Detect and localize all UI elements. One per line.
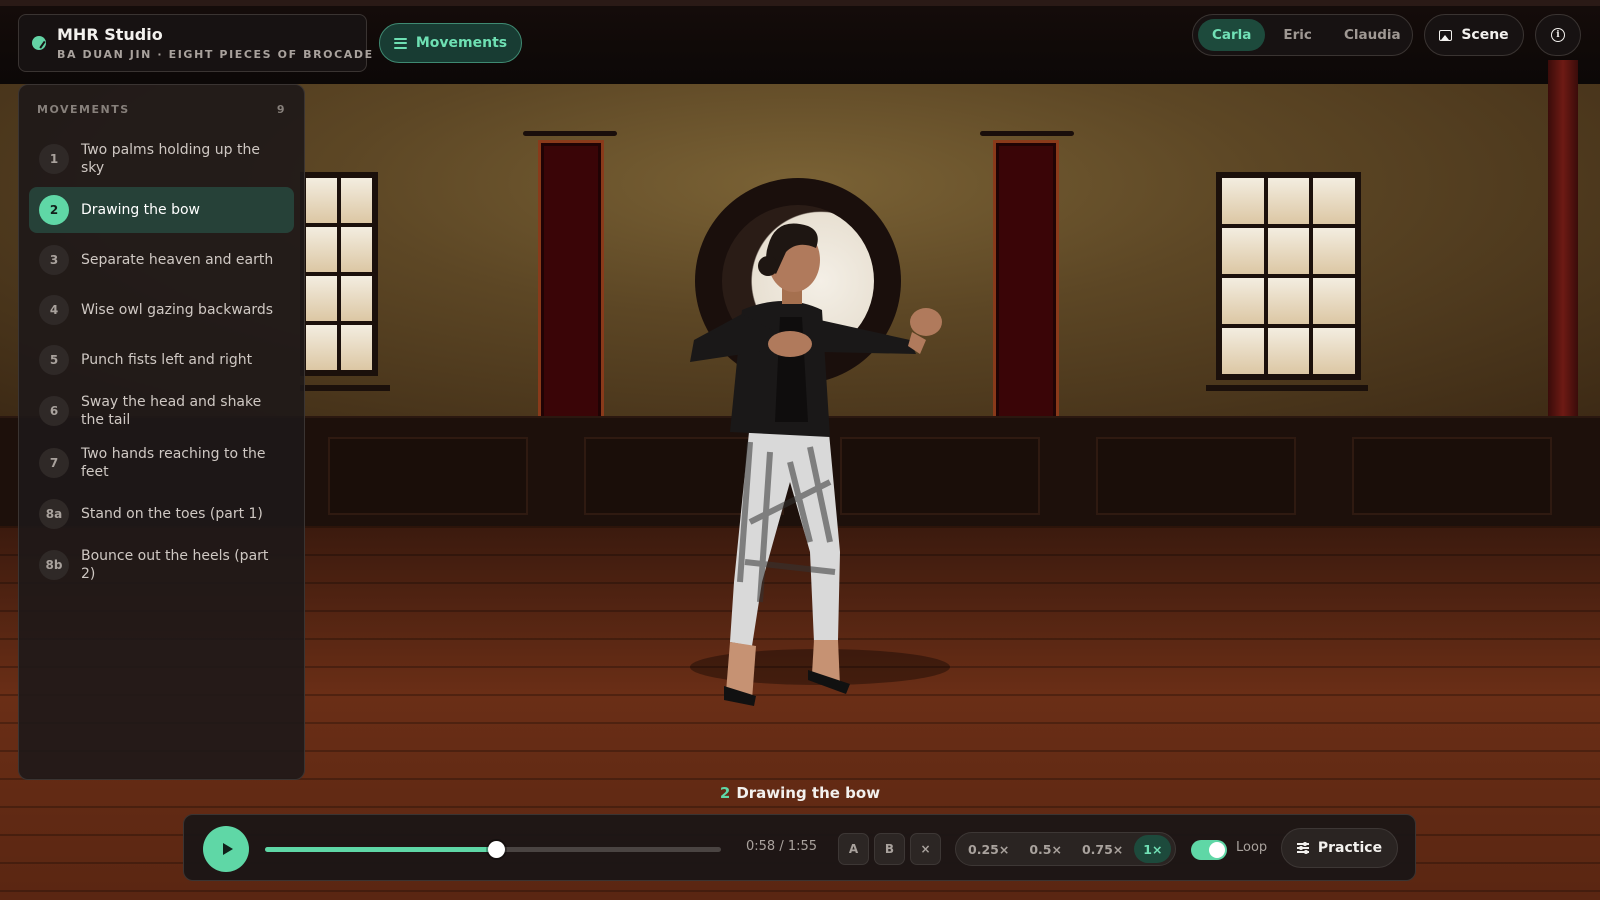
scene-button-label: Scene [1461,27,1509,43]
movement-number: 4 [39,295,69,325]
info-button[interactable]: i [1535,14,1581,56]
movement-item-7[interactable]: 7 Two hands reaching to the feet [29,439,294,487]
movements-heading: MOVEMENTS [37,103,130,116]
loop-toggle-knob [1209,842,1225,858]
progress-fill [265,847,496,852]
movements-panel-header: MOVEMENTS 9 [37,103,286,116]
wall-panel [1096,437,1296,515]
caption-label: Drawing the bow [736,784,881,802]
movements-list: 1 Two palms holding up the sky 2 Drawing… [29,135,294,593]
app-title: MHR Studio [57,25,163,44]
movements-button[interactable]: Movements [379,23,522,63]
movement-item-5[interactable]: 5 Punch fists left and right [29,337,294,383]
movement-number: 6 [39,396,69,426]
movement-number: 7 [39,448,69,478]
speed-option-0-75[interactable]: 0.75× [1073,835,1132,863]
movement-label: Punch fists left and right [81,352,253,368]
movement-item-1[interactable]: 1 Two palms holding up the sky [29,135,294,183]
brand-logo-icon [32,36,46,50]
movement-label: Wise owl gazing backwards [81,302,274,318]
movement-item-2[interactable]: 2 Drawing the bow [29,187,294,233]
movement-number: 2 [39,195,69,225]
movement-label: Two palms holding up the sky [81,142,260,176]
wall-panel [328,437,528,515]
window-right [1216,172,1361,380]
play-icon [222,843,233,855]
progress-thumb[interactable] [487,841,505,858]
info-icon: i [1551,28,1565,42]
time-readout: 0:58 / 1:55 [746,839,818,854]
app-brand: MHR Studio BA DUAN JIN · EIGHT PIECES OF… [18,14,372,72]
character-figure [690,223,950,706]
current-movement-caption: 2 Drawing the bow [0,784,1600,802]
wall-panel [1352,437,1552,515]
movement-number: 1 [39,144,69,174]
character-tab-claudia[interactable]: Claudia [1330,19,1415,51]
banner-right [993,140,1059,430]
banner-rod [523,131,617,136]
movement-label: Stand on the toes (part 1) [81,506,263,522]
movement-item-8b[interactable]: 8b Bounce out the heels (part 2) [29,541,294,589]
ab-loop-controls: A B × [838,833,941,865]
character-switcher: Carla Eric Claudia [1192,14,1413,56]
image-icon [1439,29,1453,41]
play-button[interactable] [203,826,249,872]
speed-option-0-25[interactable]: 0.25× [959,835,1018,863]
loop-toggle[interactable] [1191,840,1227,860]
movement-label: Separate heaven and earth [81,252,274,268]
top-strip [0,0,1600,6]
set-b-button[interactable]: B [874,833,905,865]
window-sill [300,385,390,391]
movements-count: 9 [276,103,286,116]
movement-number: 5 [39,345,69,375]
movement-number: 8b [39,550,69,580]
character-tab-carla[interactable]: Carla [1198,19,1266,51]
clear-ab-button[interactable]: × [910,833,941,865]
movements-panel: MOVEMENTS 9 1 Two palms holding up the s… [18,84,305,780]
playback-controls: 0:58 / 1:55 A B × 0.25× 0.5× 0.75× 1× Lo… [183,814,1416,881]
hamburger-icon [393,37,407,49]
progress-slider[interactable] [265,841,721,858]
window-sill [1206,385,1368,391]
movement-number: 3 [39,245,69,275]
loop-label: Loop [1236,840,1268,855]
scene-button[interactable]: Scene [1424,14,1524,56]
movements-button-label: Movements [415,35,508,51]
movement-label: Drawing the bow [81,202,200,218]
practice-button-label: Practice [1317,840,1383,856]
movement-item-6[interactable]: 6 Sway the head and shake the tail [29,387,294,435]
set-a-button[interactable]: A [838,833,869,865]
window-left [300,172,378,376]
speed-option-0-5[interactable]: 0.5× [1020,835,1071,863]
banner-rod [980,131,1074,136]
app-subtitle: BA DUAN JIN · EIGHT PIECES OF BROCADE [57,48,374,61]
practice-button[interactable]: Practice [1281,828,1398,868]
movement-item-4[interactable]: 4 Wise owl gazing backwards [29,287,294,333]
speed-selector: 0.25× 0.5× 0.75× 1× [955,832,1176,866]
movement-number: 8a [39,499,69,529]
movement-label: Sway the head and shake the tail [81,394,262,428]
caption-number: 2 [719,784,731,802]
movement-item-3[interactable]: 3 Separate heaven and earth [29,237,294,283]
movement-label: Bounce out the heels (part 2) [81,548,269,582]
movement-label: Two hands reaching to the feet [81,446,266,480]
speed-option-1[interactable]: 1× [1134,835,1172,863]
character-tab-eric[interactable]: Eric [1269,19,1326,51]
movement-item-8a[interactable]: 8a Stand on the toes (part 1) [29,491,294,537]
sliders-icon [1296,842,1309,854]
banner-left [538,140,604,430]
